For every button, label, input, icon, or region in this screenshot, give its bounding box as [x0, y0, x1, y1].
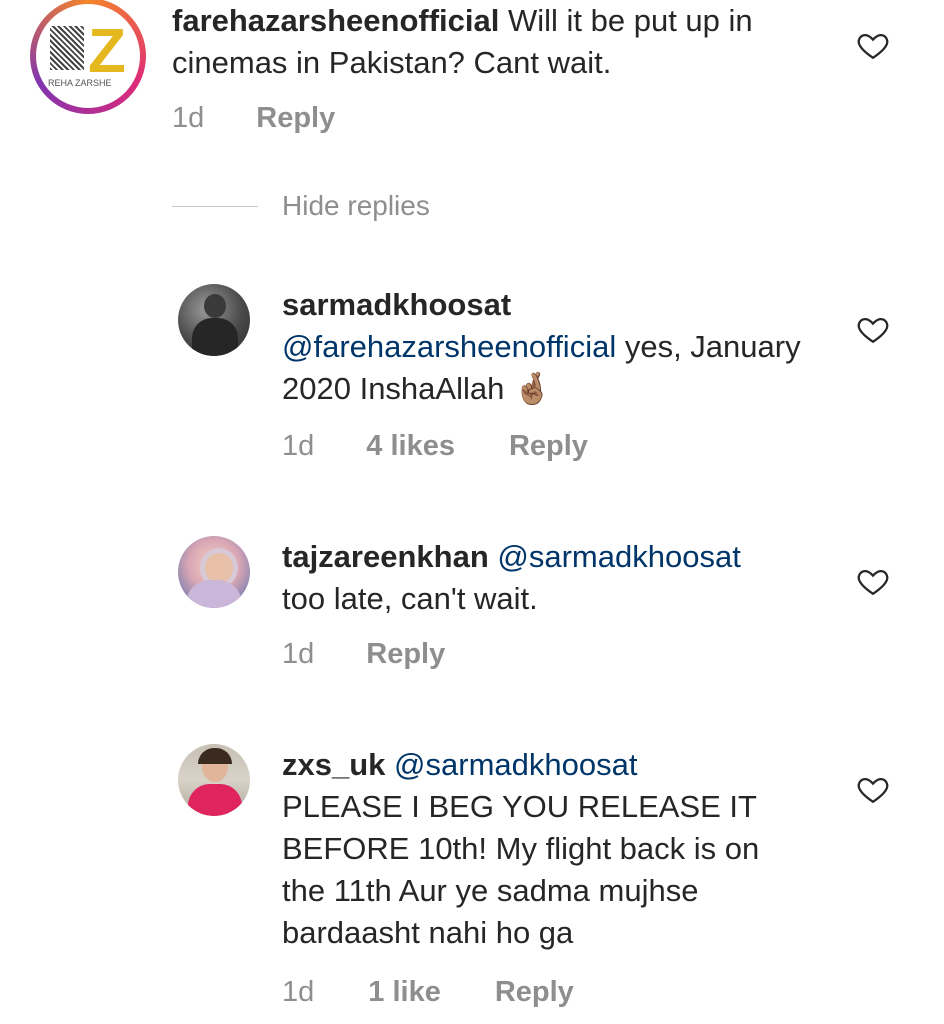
comment-text: sarmadkhoosat @farehazarsheenofficial ye… — [282, 284, 802, 410]
logo-caption: REHA ZARSHE — [48, 78, 112, 88]
avatar[interactable]: Z REHA ZARSHE — [30, 0, 146, 114]
comment-time[interactable]: 1d — [282, 430, 314, 463]
hide-replies-button[interactable]: Hide replies — [282, 190, 430, 222]
hide-replies-divider — [172, 205, 258, 207]
logo-letter: Z — [88, 17, 126, 86]
comment-mention[interactable]: @sarmadkhoosat — [394, 747, 637, 782]
avatar[interactable] — [178, 744, 250, 816]
logo-pattern — [50, 26, 84, 70]
comment-time[interactable]: 1d — [282, 638, 314, 671]
comment-text: farehazarsheenofficial Will it be put up… — [172, 0, 822, 84]
comment-meta: 1d 4 likes Reply — [282, 430, 588, 463]
comment-body: too late, can't wait. — [282, 581, 538, 616]
comment-text: zxs_uk @sarmadkhoosat PLEASE I BEG YOU R… — [282, 744, 802, 954]
comment-meta: 1d 1 like Reply — [282, 976, 574, 1009]
comment-username[interactable]: tajzareenkhan — [282, 539, 489, 574]
reply-button[interactable]: Reply — [256, 102, 335, 135]
reply-button[interactable]: Reply — [495, 976, 574, 1009]
likes-count[interactable]: 1 like — [368, 976, 441, 1009]
comment-username[interactable]: zxs_uk — [282, 747, 385, 782]
reply-button[interactable]: Reply — [366, 638, 445, 671]
avatar[interactable] — [178, 536, 250, 608]
crossed-fingers-emoji: 🤞🏽 — [512, 371, 552, 406]
hide-replies-row[interactable]: Hide replies — [172, 190, 430, 222]
comment-body: PLEASE I BEG YOU RELEASE IT BEFORE 10th!… — [282, 789, 760, 950]
like-heart-icon[interactable] — [856, 312, 890, 346]
comment-time[interactable]: 1d — [282, 976, 314, 1009]
comment-username[interactable]: sarmadkhoosat — [282, 287, 511, 322]
like-heart-icon[interactable] — [856, 564, 890, 598]
comment-username[interactable]: farehazarsheenofficial — [172, 3, 499, 38]
avatar[interactable] — [178, 284, 250, 356]
comment-text: tajzareenkhan @sarmadkhoosat too late, c… — [282, 536, 842, 620]
reply-button[interactable]: Reply — [509, 430, 588, 463]
comment-mention[interactable]: @sarmadkhoosat — [497, 539, 740, 574]
like-heart-icon[interactable] — [856, 772, 890, 806]
comment-time[interactable]: 1d — [172, 102, 204, 135]
comment-meta: 1d Reply — [282, 638, 445, 671]
comment-meta: 1d Reply — [172, 102, 335, 135]
likes-count[interactable]: 4 likes — [366, 430, 455, 463]
like-heart-icon[interactable] — [856, 28, 890, 62]
comment-mention[interactable]: @farehazarsheenofficial — [282, 329, 616, 364]
